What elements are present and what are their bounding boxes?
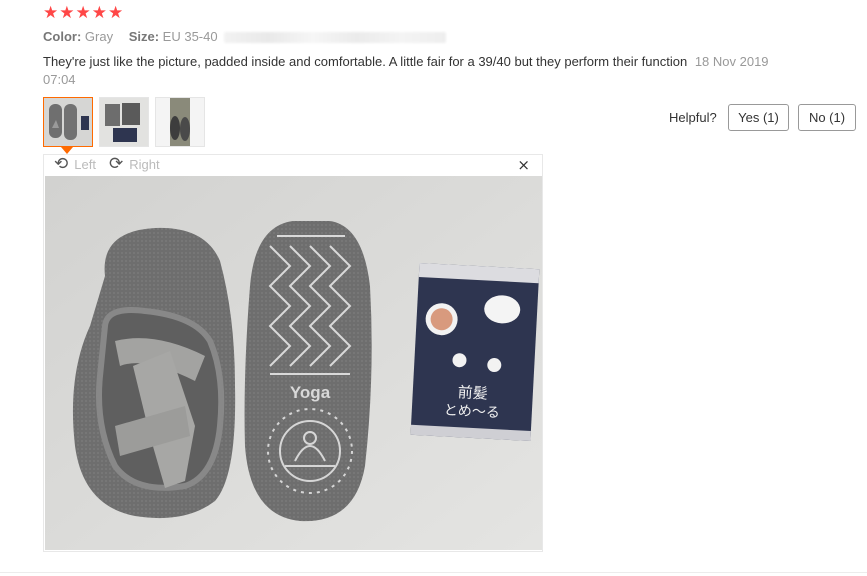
rotate-right-label: Right [129,157,160,172]
rotate-right-icon: ⟳ [109,154,124,174]
viewer-toolbar: ⟲ Left ⟳ Right × [44,155,542,175]
review-photo: Yoga 前髪 とめ〜る [45,176,542,550]
size-label: Size: [128,29,160,44]
helpful-no-button[interactable]: No (1) [798,104,856,131]
color-label: Color: [43,29,82,44]
helpful-yes-button[interactable]: Yes (1) [728,104,789,131]
active-thumbnail-indicator [61,147,73,154]
package-text-1: 前髪 [457,383,488,403]
product-attributes: Color: Gray Size: EU 35-40 [43,29,446,44]
divider [0,572,867,573]
thumbnail-worn-photo[interactable] [155,97,205,147]
star-rating: ★ ★ ★ ★ ★ [43,4,123,22]
star-icon: ★ [75,3,91,23]
review-item: ★ ★ ★ ★ ★ Color: Gray Size: EU 35-40 The… [0,0,867,576]
rotate-left-icon: ⟲ [54,154,69,174]
star-icon: ★ [43,3,59,23]
sole-yoga-text: Yoga [290,383,331,402]
thumbnail-package-image [100,98,148,146]
rotate-left-label: Left [74,157,96,172]
thumbnail-strip [43,97,205,147]
image-viewer: ⟲ Left ⟳ Right × Yoga 前髪 とめ〜る [43,154,543,552]
close-icon[interactable]: × [517,156,530,174]
star-icon: ★ [108,3,124,23]
size-value: EU 35-40 [162,29,218,44]
thumbnail-package-photo[interactable] [99,97,149,147]
thumbnail-worn-image [156,98,204,146]
review-body: They're just like the picture, padded in… [43,54,688,69]
thumbnail-socks-photo[interactable] [43,97,93,147]
thumbnail-socks-image [44,98,92,146]
star-icon: ★ [91,3,107,23]
color-value: Gray [84,29,114,44]
package-text-2: とめ〜る [443,402,500,421]
review-photo-image: Yoga 前髪 とめ〜る [45,176,542,550]
rotate-right-button[interactable]: ⟳ Right [109,156,160,173]
helpful-label: Helpful? [669,110,717,125]
review-text: They're just like the picture, padded in… [43,53,773,89]
blurred-info [223,32,446,44]
star-icon: ★ [59,3,75,23]
rotate-left-button[interactable]: ⟲ Left [54,156,96,173]
